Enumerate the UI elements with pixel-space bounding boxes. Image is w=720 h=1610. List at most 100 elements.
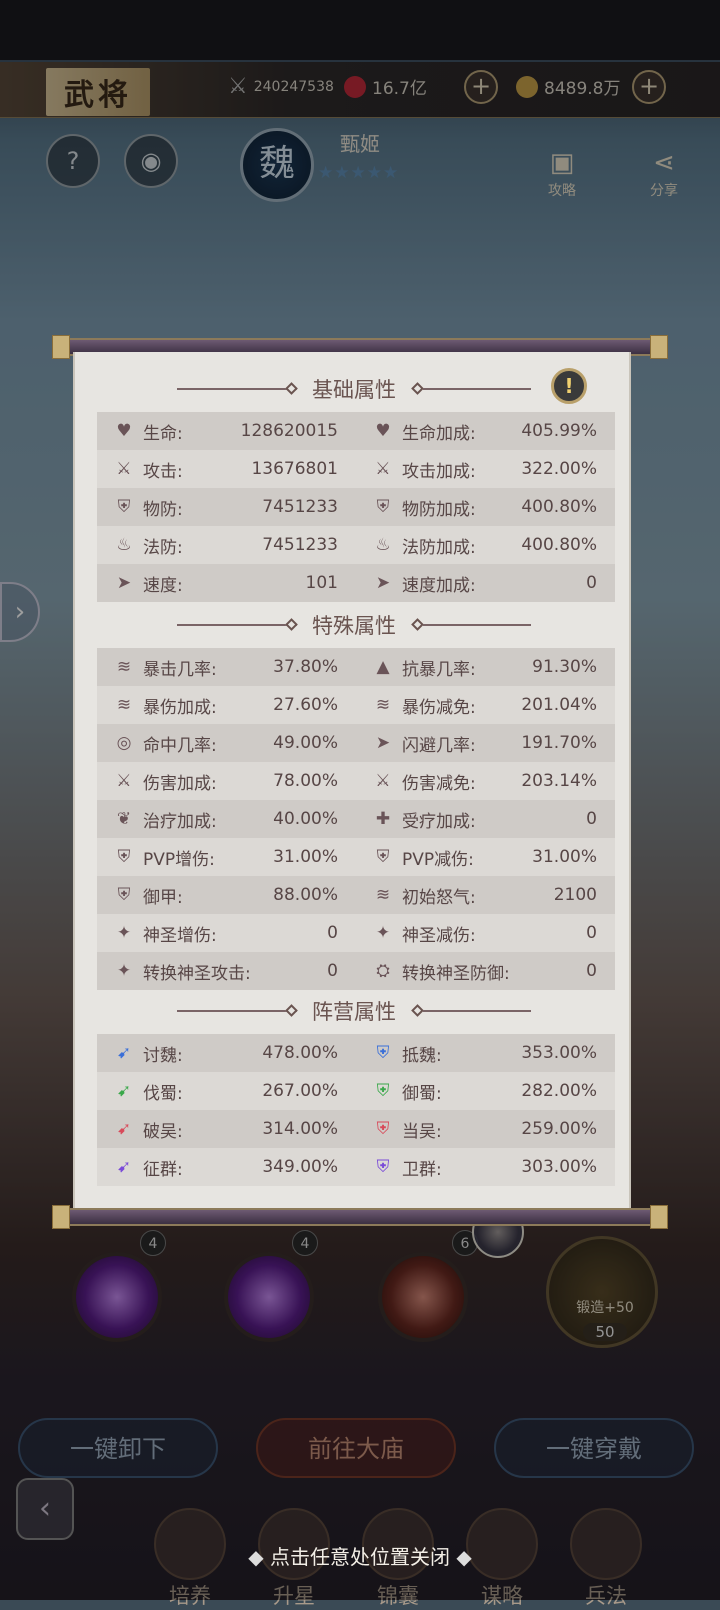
attr-label: 法防: xyxy=(143,537,183,558)
scroll-bottom-cap-left xyxy=(52,1205,70,1229)
attr-row: ✦ 转换神圣攻击: 0 ⛭ 转换神圣防御: 0 xyxy=(97,952,615,990)
wu-shield-icon: ⛨ xyxy=(376,1119,390,1139)
attr-value: 0 xyxy=(586,923,597,943)
attr-label: 御蜀: xyxy=(402,1083,442,1104)
faction-attr-table: ➹ 讨魏: 478.00% ⛨ 抵魏: 353.00% ➹ 伐蜀: 267.00% ⛨ 御蜀: 282… xyxy=(97,1034,615,1186)
close-hint-text: 点击任意处位置关闭 xyxy=(270,1545,450,1569)
basic-attr-title: 基础属性 xyxy=(312,378,396,402)
attr-cell: ⛨ PVP减伤: 31.00% xyxy=(356,838,615,876)
attr-value: 400.80% xyxy=(521,497,597,517)
attr-label: 伤害加成: xyxy=(143,773,217,794)
attr-label: 物防加成: xyxy=(402,499,476,520)
attr-label: 暴击几率: xyxy=(143,659,217,680)
wei-shield-icon: ⛨ xyxy=(376,1043,390,1063)
attr-label: 初始怒气: xyxy=(402,887,476,908)
attr-label: 法防加成: xyxy=(402,537,476,558)
holy-reduce-icon: ✦ xyxy=(375,923,391,943)
attr-value: 13676801 xyxy=(251,459,338,479)
attr-value: 7451233 xyxy=(262,497,338,517)
attr-value: 2100 xyxy=(553,885,597,905)
rage-icon: ≋ xyxy=(375,885,391,905)
attr-value: 49.00% xyxy=(273,733,338,753)
holy-damage-icon: ✦ xyxy=(116,923,132,943)
attr-label: 征群: xyxy=(143,1159,183,1180)
attr-label: 闪避几率: xyxy=(402,735,476,756)
attr-label: 讨魏: xyxy=(143,1045,183,1066)
mountain-icon: ▲ xyxy=(376,657,390,677)
damage-icon: ⚔ xyxy=(116,771,132,791)
attr-label: 生命: xyxy=(143,423,183,444)
attr-label: 抗暴几率: xyxy=(402,659,476,680)
attr-label: 速度加成: xyxy=(402,575,476,596)
scroll-top-cap-right xyxy=(650,335,668,359)
claw-icon: ≋ xyxy=(116,657,132,677)
attr-cell: ♥ 生命加成: 405.99% xyxy=(356,412,615,450)
attr-label: 命中几率: xyxy=(143,735,217,756)
attr-value: 349.00% xyxy=(262,1157,338,1177)
runner-icon: ➤ xyxy=(116,573,132,593)
attr-label: 伤害减免: xyxy=(402,773,476,794)
attr-row: ⚔ 伤害加成: 78.00% ⚔ 伤害减免: 203.14% xyxy=(97,762,615,800)
attr-row: ➹ 破吴: 314.00% ⛨ 当吴: 259.00% xyxy=(97,1110,615,1148)
convert-defense-icon: ⛭ xyxy=(376,961,390,981)
diamond-icon: ◆ xyxy=(248,1545,270,1569)
dodge-icon: ➤ xyxy=(375,733,391,753)
attr-label: 伐蜀: xyxy=(143,1083,183,1104)
attr-value: 191.70% xyxy=(521,733,597,753)
scroll-bottom-rod xyxy=(58,1208,662,1226)
attr-value: 405.99% xyxy=(521,421,597,441)
attr-cell: ⛨ PVP增伤: 31.00% xyxy=(97,838,356,876)
attr-cell: ✦ 转换神圣攻击: 0 xyxy=(97,952,356,990)
convert-attack-icon: ✦ xyxy=(116,961,132,981)
close-hint: ◆ 点击任意处位置关闭 ◆ xyxy=(0,1541,720,1570)
attr-value: 101 xyxy=(305,573,338,593)
attr-row: ≋ 暴击几率: 37.80% ▲ 抗暴几率: 91.30% xyxy=(97,648,615,686)
attr-label: PVP减伤: xyxy=(402,849,474,870)
flame-plus-icon: ♨ xyxy=(375,535,391,555)
special-attr-title: 特殊属性 xyxy=(312,614,396,638)
attr-row: ➤ 速度: 101 ➤ 速度加成: 0 xyxy=(97,564,615,602)
attr-label: 暴伤减免: xyxy=(402,697,476,718)
attr-label: 速度: xyxy=(143,575,183,596)
attr-value: 78.00% xyxy=(273,771,338,791)
attr-value: 31.00% xyxy=(532,847,597,867)
target-icon: ◎ xyxy=(116,733,132,753)
attr-label: 生命加成: xyxy=(402,423,476,444)
attr-value: 259.00% xyxy=(521,1119,597,1139)
attr-value: 7451233 xyxy=(262,535,338,555)
attr-row: ⚔ 攻击: 13676801 ⚔ 攻击加成: 322.00% xyxy=(97,450,615,488)
attr-value: 0 xyxy=(327,923,338,943)
attr-row: ⛨ 御甲: 88.00% ≋ 初始怒气: 2100 xyxy=(97,876,615,914)
attr-cell: ≋ 暴击几率: 37.80% xyxy=(97,648,356,686)
attr-cell: ≋ 暴伤减免: 201.04% xyxy=(356,686,615,724)
attr-value: 201.04% xyxy=(521,695,597,715)
attr-row: ◎ 命中几率: 49.00% ➤ 闪避几率: 191.70% xyxy=(97,724,615,762)
attr-cell: ➤ 速度: 101 xyxy=(97,564,356,602)
attr-row: ❦ 治疗加成: 40.00% ✚ 受疗加成: 0 xyxy=(97,800,615,838)
attr-cell: ⛨ 当吴: 259.00% xyxy=(356,1110,615,1148)
attr-label: 破吴: xyxy=(143,1121,183,1142)
attr-label: 暴伤加成: xyxy=(143,697,217,718)
faction-attr-title: 阵营属性 xyxy=(312,1000,396,1024)
attr-value: 282.00% xyxy=(521,1081,597,1101)
damage-reduce-icon: ⚔ xyxy=(375,771,391,791)
attr-value: 0 xyxy=(586,573,597,593)
attr-value: 353.00% xyxy=(521,1043,597,1063)
attr-cell: ⛨ 御蜀: 282.00% xyxy=(356,1072,615,1110)
attr-cell: ➹ 破吴: 314.00% xyxy=(97,1110,356,1148)
attr-value: 40.00% xyxy=(273,809,338,829)
shu-attack-icon: ➹ xyxy=(116,1081,132,1101)
attr-value: 37.80% xyxy=(273,657,338,677)
attr-value: 0 xyxy=(586,809,597,829)
wei-attack-icon: ➹ xyxy=(116,1043,132,1063)
attr-cell: ≋ 暴伤加成: 27.60% xyxy=(97,686,356,724)
crit-damage-icon: ≋ xyxy=(116,695,132,715)
attr-label: 转换神圣攻击: xyxy=(143,963,251,984)
basic-attr-table: ♥ 生命: 128620015 ♥ 生命加成: 405.99% ⚔ 攻击: 13676801 ⚔ 攻… xyxy=(97,412,615,602)
attr-value: 31.00% xyxy=(273,847,338,867)
attr-label: 当吴: xyxy=(402,1121,442,1142)
attr-cell: ⚔ 攻击加成: 322.00% xyxy=(356,450,615,488)
attr-value: 88.00% xyxy=(273,885,338,905)
attr-label: 神圣减伤: xyxy=(402,925,476,946)
attr-cell: ♥ 生命: 128620015 xyxy=(97,412,356,450)
